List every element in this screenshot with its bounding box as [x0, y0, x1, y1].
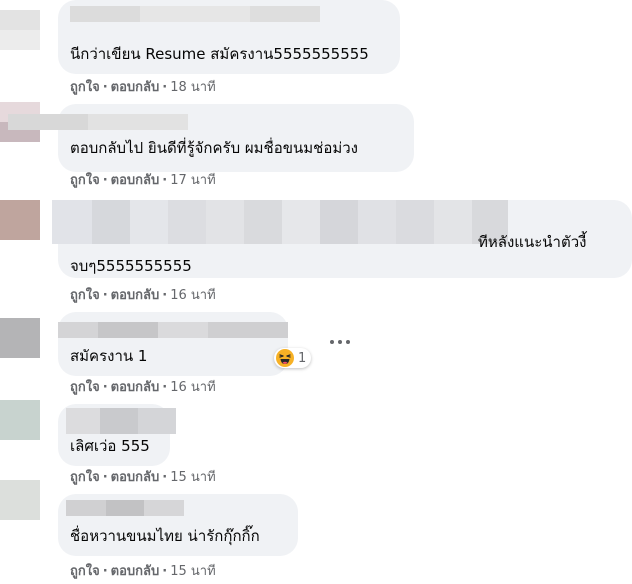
- timestamp-link[interactable]: 17 นาที: [170, 173, 215, 188]
- more-options-icon[interactable]: [330, 336, 350, 348]
- comment-text: นีกว่าเขียน Resume สมัครงาน5555555555: [70, 45, 369, 63]
- separator: ·: [162, 288, 168, 303]
- reply-link[interactable]: ตอบกลับ: [111, 288, 160, 303]
- separator: ·: [162, 564, 168, 579]
- comment-actions: ถูกใจ · ตอบกลับ · 16 นาที: [70, 380, 216, 396]
- comment-actions: ถูกใจ · ตอบกลับ · 17 นาที: [70, 173, 216, 189]
- blurred-name[interactable]: [52, 200, 508, 244]
- blurred-avatar[interactable]: [0, 318, 40, 358]
- blurred-avatar[interactable]: [0, 400, 40, 440]
- separator: ·: [102, 380, 108, 395]
- reply-link[interactable]: ตอบกลับ: [111, 173, 160, 188]
- separator: ·: [162, 380, 168, 395]
- like-link[interactable]: ถูกใจ: [70, 173, 100, 188]
- comment-text: ตอบกลับไป ยินดีที่รู้จักครับ ผมชื่อขนมช่…: [70, 139, 358, 157]
- reply-link[interactable]: ตอบกลับ: [111, 564, 160, 579]
- haha-emoji-icon: [276, 349, 294, 367]
- separator: ·: [162, 470, 168, 485]
- comment-actions: ถูกใจ · ตอบกลับ · 15 นาที: [70, 564, 216, 580]
- blurred-name[interactable]: [66, 500, 184, 516]
- timestamp-link[interactable]: 16 นาที: [170, 288, 215, 303]
- like-link[interactable]: ถูกใจ: [70, 564, 100, 579]
- separator: ·: [162, 80, 168, 95]
- timestamp-link[interactable]: 18 นาที: [170, 80, 215, 95]
- separator: ·: [102, 80, 108, 95]
- comment-bubble: สมัครงาน 1: [58, 312, 288, 376]
- like-link[interactable]: ถูกใจ: [70, 470, 100, 485]
- comment-bubble: ทีหลังแนะนำตัวงี้ จบๆ5555555555: [52, 200, 632, 278]
- comment-actions: ถูกใจ · ตอบกลับ · 18 นาที: [70, 80, 216, 96]
- reaction-count-value: 1: [298, 350, 307, 366]
- timestamp-link[interactable]: 15 นาที: [170, 564, 215, 579]
- comment-text: ชื่อหวานขนมไทย น่ารักกุ๊กกิ๊ก: [70, 527, 260, 545]
- comment-actions: ถูกใจ · ตอบกลับ · 15 นาที: [70, 470, 216, 486]
- like-link[interactable]: ถูกใจ: [70, 80, 100, 95]
- reply-link[interactable]: ตอบกลับ: [111, 470, 160, 485]
- comment-text: สมัครงาน 1: [70, 347, 148, 365]
- blurred-avatar[interactable]: [0, 480, 40, 520]
- blurred-avatar[interactable]: [0, 200, 40, 240]
- comment-text: ทีหลังแนะนำตัวงี้: [478, 233, 587, 251]
- reaction-count[interactable]: 1: [274, 348, 312, 368]
- separator: ·: [102, 564, 108, 579]
- separator: ·: [162, 173, 168, 188]
- reply-link[interactable]: ตอบกลับ: [111, 80, 160, 95]
- reply-link[interactable]: ตอบกลับ: [111, 380, 160, 395]
- like-link[interactable]: ถูกใจ: [70, 288, 100, 303]
- separator: ·: [102, 173, 108, 188]
- blurred-avatar[interactable]: [0, 10, 40, 50]
- blurred-name[interactable]: [58, 322, 288, 338]
- comment-text: เลิศเว่อ 555: [70, 437, 150, 455]
- comment-actions: ถูกใจ · ตอบกลับ · 16 นาที: [70, 288, 216, 304]
- comment-bubble: ชื่อหวานขนมไทย น่ารักกุ๊กกิ๊ก: [58, 494, 298, 556]
- separator: ·: [102, 470, 108, 485]
- like-link[interactable]: ถูกใจ: [70, 380, 100, 395]
- comment-text: จบๆ5555555555: [70, 257, 192, 275]
- blurred-name[interactable]: [66, 408, 176, 434]
- comment-bubble: นีกว่าเขียน Resume สมัครงาน5555555555: [58, 0, 400, 74]
- comment-bubble: ตอบกลับไป ยินดีที่รู้จักครับ ผมชื่อขนมช่…: [8, 104, 414, 172]
- separator: ·: [102, 288, 108, 303]
- timestamp-link[interactable]: 15 นาที: [170, 470, 215, 485]
- timestamp-link[interactable]: 16 นาที: [170, 380, 215, 395]
- blurred-name[interactable]: [70, 6, 320, 22]
- blurred-name[interactable]: [8, 114, 188, 130]
- comment-bubble: เลิศเว่อ 555: [58, 404, 176, 466]
